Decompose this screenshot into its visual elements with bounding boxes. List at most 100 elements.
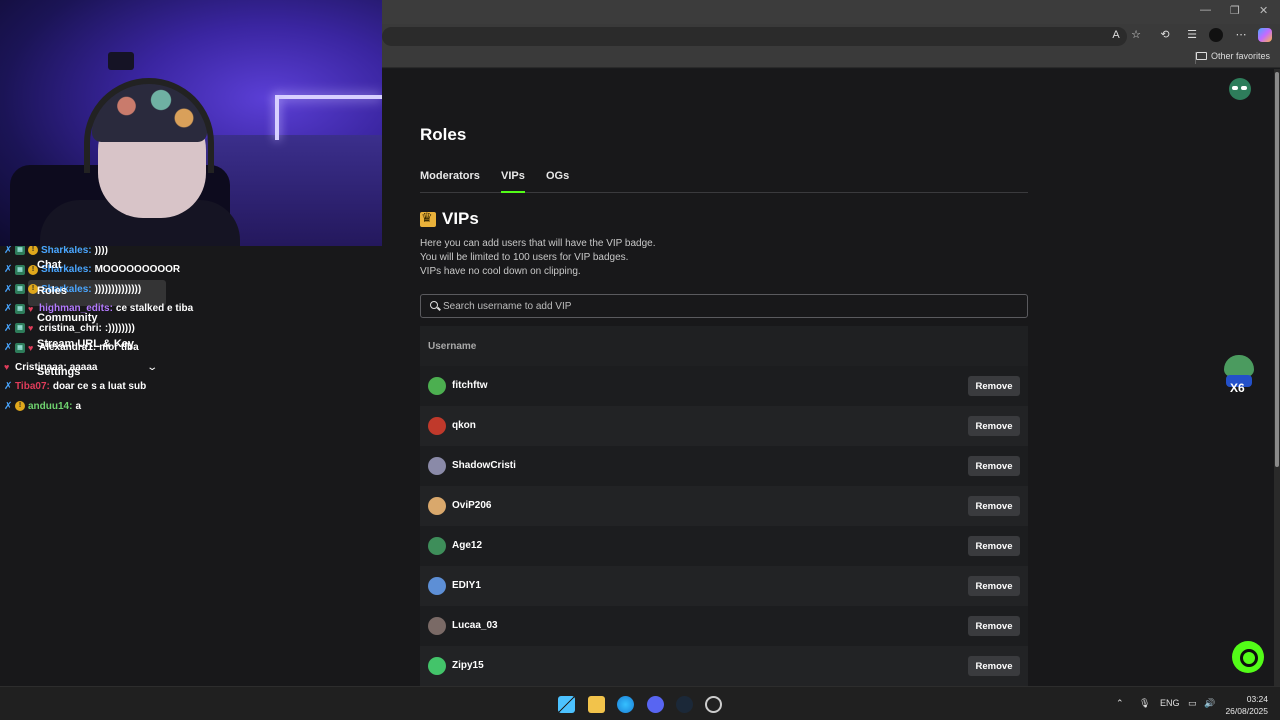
user-avatar — [428, 537, 446, 555]
username: Zipy15 — [452, 660, 484, 671]
clock[interactable]: 03:24 26/08/2025 — [1220, 693, 1268, 717]
badge-grid-icon: ▦ — [15, 284, 25, 294]
table-row: Lucaa_03 Remove — [420, 606, 1028, 646]
tab-vips[interactable]: VIPs — [501, 170, 525, 193]
menu-item-chat[interactable]: Chat — [37, 259, 61, 271]
steam-icon[interactable] — [676, 696, 693, 713]
user-avatar — [428, 457, 446, 475]
extensions-icon[interactable]: ⟲ — [1158, 28, 1172, 42]
subscriber-badge-icon: ! — [15, 401, 25, 411]
menu-item-roles[interactable]: Roles — [37, 285, 67, 297]
badge-grid-icon: ▦ — [15, 323, 25, 333]
remove-button[interactable]: Remove — [968, 616, 1020, 636]
read-aloud-icon[interactable]: A — [1109, 28, 1123, 42]
help-chat-button[interactable] — [1232, 641, 1264, 673]
tab-ogs[interactable]: OGs — [546, 170, 569, 182]
description-line: You will be limited to 100 users for VIP… — [420, 252, 629, 263]
chat-text: )))))))))))))) — [94, 283, 142, 295]
search-input[interactable] — [443, 295, 1013, 317]
chat-message: ✗! anduu14: a — [4, 397, 81, 415]
chat-text: MOOOOOOOOOR — [94, 264, 181, 275]
chat-text: ce stalked e tiba — [115, 303, 194, 314]
remove-button[interactable]: Remove — [968, 656, 1020, 676]
chevron-down-icon[interactable]: ⌄ — [146, 362, 158, 373]
table-row: OviP206 Remove — [420, 486, 1028, 526]
more-icon[interactable]: ⋯ — [1234, 28, 1248, 42]
chat-username[interactable]: Sharkales: — [41, 245, 92, 256]
remove-button[interactable]: Remove — [968, 376, 1020, 396]
menu-item-community[interactable]: Community — [37, 312, 98, 324]
remove-button[interactable]: Remove — [968, 416, 1020, 436]
chevron-up-icon[interactable]: ⌃ — [1116, 698, 1124, 709]
remove-button[interactable]: Remove — [968, 536, 1020, 556]
badge-grid-icon: ▦ — [15, 342, 25, 353]
folder-icon — [1195, 52, 1207, 60]
subscriber-badge-icon: ! — [28, 245, 38, 255]
user-avatar — [428, 577, 446, 595]
avatar-eye — [1241, 86, 1247, 90]
user-avatar — [428, 497, 446, 515]
chat-username[interactable]: Tiba07: — [15, 381, 50, 392]
username: qkon — [452, 420, 476, 431]
vip-table: Username fitchftw Remove qkon Remove ShadowC… — [420, 326, 1028, 686]
chat-message: ✗ Tiba07: doar ce s a luat sub — [4, 378, 146, 396]
star-icon[interactable]: ☆ — [1129, 28, 1143, 42]
table-row: Zipy15 Remove — [420, 646, 1028, 686]
scrollbar-thumb[interactable] — [1275, 72, 1279, 467]
close-window-icon[interactable]: ✕ — [1259, 4, 1268, 17]
chat-username[interactable]: anduu14: — [28, 401, 72, 412]
username: ShadowCristi — [452, 460, 516, 471]
menu-item-settings[interactable]: Settings — [37, 366, 80, 378]
chat-message: ✗ ▦! Sharkales:)))))))))))))) — [4, 280, 141, 298]
username: Lucaa_03 — [452, 620, 498, 631]
windows-start-icon[interactable] — [558, 696, 575, 713]
sticker-face — [1224, 355, 1254, 377]
chat-username[interactable]: cristina_chri: — [39, 323, 102, 334]
table-row: ShadowCristi Remove — [420, 446, 1028, 486]
table-row: qkon Remove — [420, 406, 1028, 446]
volume-icon[interactable]: 🔊 — [1204, 698, 1215, 709]
description-line: VIPs have no cool down on clipping. — [420, 266, 581, 277]
language-indicator[interactable]: ENG — [1160, 698, 1180, 708]
other-favorites[interactable]: Other favorites — [1195, 51, 1270, 61]
heart-icon: ♥ — [28, 342, 34, 353]
chat-text: doar ce s a luat sub — [52, 381, 147, 392]
profile-icon[interactable] — [1209, 28, 1223, 42]
microphone-icon[interactable]: 🎙 — [1139, 698, 1150, 709]
username: Age12 — [452, 540, 483, 551]
user-avatar — [428, 617, 446, 635]
username: OviP206 — [452, 500, 492, 511]
remove-button[interactable]: Remove — [968, 496, 1020, 516]
role-tabs: Moderators VIPs OGs — [420, 168, 1028, 193]
tab-moderators[interactable]: Moderators — [420, 170, 480, 182]
restore-icon[interactable]: ❐ — [1230, 4, 1240, 17]
copilot-icon[interactable] — [1258, 28, 1272, 42]
menu-item-stream-url[interactable]: Stream URL & Key — [37, 338, 134, 350]
username: fitchftw — [452, 380, 488, 391]
discord-icon[interactable] — [647, 696, 664, 713]
chat-message: ✗ ▦! Sharkales: MOOOOOOOOOR — [4, 261, 180, 279]
avatar-eye — [1232, 86, 1238, 90]
minimize-icon[interactable]: — — [1200, 4, 1211, 16]
favorites-icon[interactable]: ☰ — [1185, 28, 1199, 42]
table-row: fitchftw Remove — [420, 366, 1028, 406]
column-header-username: Username — [428, 341, 477, 352]
table-row: EDIY1 Remove — [420, 566, 1028, 606]
app-icon[interactable] — [705, 696, 722, 713]
edge-icon[interactable] — [617, 696, 634, 713]
frog-sticker: X6 — [1222, 355, 1256, 395]
moderator-sword-icon: ✗ — [4, 381, 13, 392]
file-explorer-icon[interactable] — [588, 696, 605, 713]
chat-text: )))) — [94, 244, 108, 256]
user-avatar — [428, 417, 446, 435]
webcam-headset — [84, 78, 214, 173]
url-field[interactable] — [382, 27, 1127, 46]
section-title: VIPs — [420, 209, 479, 229]
network-icon[interactable]: ▭ — [1188, 698, 1197, 709]
remove-button[interactable]: Remove — [968, 456, 1020, 476]
remove-button[interactable]: Remove — [968, 576, 1020, 596]
taskbar: ⌃ 🎙 ENG ▭ 🔊 03:24 26/08/2025 — [0, 686, 1280, 720]
user-avatar[interactable] — [1229, 78, 1251, 100]
moderator-sword-icon: ✗ — [4, 303, 13, 314]
sticker-label: X6 — [1230, 381, 1245, 395]
